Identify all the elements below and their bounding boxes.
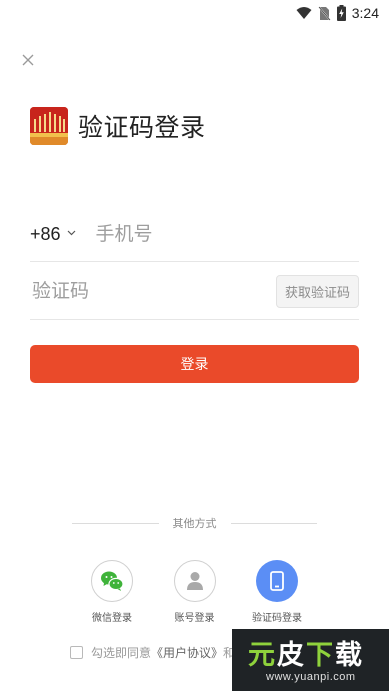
user-icon xyxy=(186,572,203,590)
code-input[interactable] xyxy=(30,279,234,303)
agreement-checkbox[interactable] xyxy=(70,646,83,659)
battery-charging-icon xyxy=(336,5,346,21)
phone-row: +86 xyxy=(30,207,359,262)
user-icon-circle xyxy=(173,560,216,602)
user-agreement-link[interactable]: 《用户协议》 xyxy=(151,644,223,661)
account-login-button[interactable]: 账号登录 xyxy=(155,560,235,630)
watermark-logo: 元皮下载 www.yuanpi.com xyxy=(232,629,389,691)
country-code-selector[interactable]: +86 xyxy=(30,224,76,245)
divider-line-left xyxy=(72,522,159,524)
app-logo xyxy=(30,107,68,145)
wechat-login-label: 微信登录 xyxy=(92,613,132,624)
watermark-text: 元皮下载 xyxy=(248,640,364,671)
divider-line-right xyxy=(230,522,317,524)
other-methods-divider: 其他方式 xyxy=(72,514,317,532)
no-sim-icon xyxy=(318,5,331,21)
agreement-prefix: 勾选即同意 xyxy=(91,646,152,660)
other-methods-title: 其他方式 xyxy=(172,517,217,530)
title-row: 验证码登录 xyxy=(30,107,206,145)
wechat-icon-circle xyxy=(91,560,133,602)
wifi-icon xyxy=(296,6,312,20)
login-methods: 微信登录 账号登录 验证码登录 xyxy=(72,560,317,630)
page-title: 验证码登录 xyxy=(78,113,206,142)
account-login-label: 账号登录 xyxy=(174,613,215,624)
phone-icon-circle xyxy=(256,560,298,602)
phone-icon xyxy=(270,571,284,591)
phone-input[interactable] xyxy=(93,222,298,246)
wechat-login-button[interactable]: 微信登录 xyxy=(72,560,152,630)
status-time: 3:24 xyxy=(351,5,379,21)
code-login-button[interactable]: 验证码登录 xyxy=(237,560,317,630)
get-code-button[interactable]: 获取验证码 xyxy=(275,274,359,308)
watermark-url: www.yuanpi.com xyxy=(266,671,356,683)
chevron-down-icon xyxy=(67,230,75,236)
close-icon xyxy=(22,54,34,66)
login-button[interactable]: 登录 xyxy=(30,345,359,383)
agreement-row: 勾选即同意 《用户协议》 和 xyxy=(70,644,235,661)
code-login-label: 验证码登录 xyxy=(252,613,302,624)
wechat-icon xyxy=(101,571,124,591)
code-row: 获取验证码 xyxy=(30,263,359,320)
country-code-label: +86 xyxy=(30,223,61,244)
status-bar: 3:24 xyxy=(0,0,389,26)
close-button[interactable] xyxy=(20,52,36,68)
